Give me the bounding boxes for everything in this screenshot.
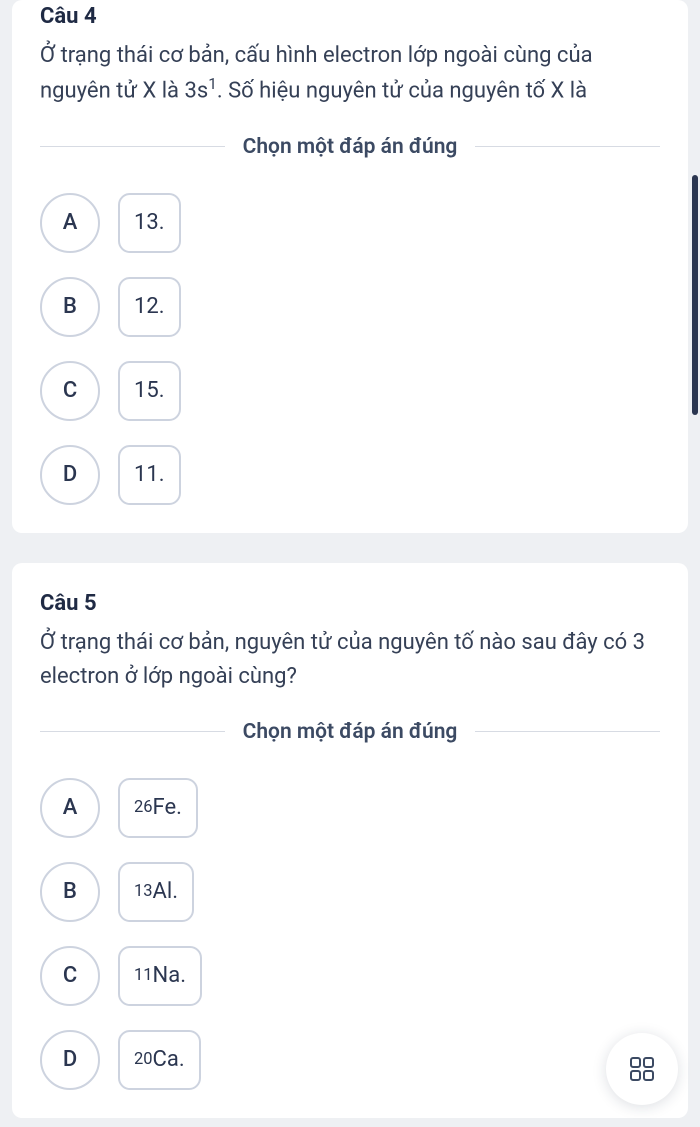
option-letter-button[interactable]: B bbox=[40, 277, 100, 337]
divider-line bbox=[475, 731, 660, 732]
question-title: Câu 5 bbox=[40, 591, 660, 616]
option-letter-button[interactable]: B bbox=[40, 862, 100, 922]
question-card: Câu 5 Ở trạng thái cơ bản, nguyên tử của… bbox=[12, 563, 688, 1118]
scrollbar-thumb[interactable] bbox=[692, 175, 698, 415]
option-letter-button[interactable]: C bbox=[40, 946, 100, 1006]
option-value-button[interactable]: 13Al. bbox=[118, 862, 194, 922]
option-value-button[interactable]: 26Fe. bbox=[118, 778, 198, 838]
option-row: A 13. bbox=[40, 193, 660, 253]
question-title: Câu 4 bbox=[40, 4, 660, 29]
option-letter-button[interactable]: D bbox=[40, 445, 100, 505]
option-value-button[interactable]: 11. bbox=[118, 445, 181, 505]
grid-menu-button[interactable] bbox=[606, 1033, 678, 1105]
option-row: D 20Ca. bbox=[40, 1030, 660, 1090]
instruction-text: Chọn một đáp án đúng bbox=[243, 720, 458, 744]
option-letter-button[interactable]: A bbox=[40, 778, 100, 838]
option-row: D 11. bbox=[40, 445, 660, 505]
option-value-button[interactable]: 13. bbox=[118, 193, 181, 253]
option-row: B 13Al. bbox=[40, 862, 660, 922]
option-letter-button[interactable]: C bbox=[40, 361, 100, 421]
option-letter-button[interactable]: A bbox=[40, 193, 100, 253]
option-value-button[interactable]: 12. bbox=[118, 277, 181, 337]
divider-line bbox=[40, 146, 225, 147]
grid-icon bbox=[628, 1055, 656, 1083]
instruction-divider: Chọn một đáp án đúng bbox=[40, 720, 660, 744]
options-list: A 26Fe. B 13Al. C 11Na. D 20Ca. bbox=[40, 778, 660, 1090]
divider-line bbox=[475, 146, 660, 147]
option-letter-button[interactable]: D bbox=[40, 1030, 100, 1090]
option-row: C 11Na. bbox=[40, 946, 660, 1006]
instruction-divider: Chọn một đáp án đúng bbox=[40, 135, 660, 159]
question-body: Ở trạng thái cơ bản, nguyên tử của nguyê… bbox=[40, 626, 660, 694]
instruction-text: Chọn một đáp án đúng bbox=[243, 135, 458, 159]
question-card: Câu 4 Ở trạng thái cơ bản, cấu hình elec… bbox=[12, 0, 688, 533]
option-value-button[interactable]: 15. bbox=[118, 361, 181, 421]
option-row: B 12. bbox=[40, 277, 660, 337]
option-row: A 26Fe. bbox=[40, 778, 660, 838]
divider-line bbox=[40, 731, 225, 732]
option-value-button[interactable]: 20Ca. bbox=[118, 1030, 201, 1090]
option-row: C 15. bbox=[40, 361, 660, 421]
quiz-page: Câu 4 Ở trạng thái cơ bản, cấu hình elec… bbox=[0, 0, 700, 1127]
question-body: Ở trạng thái cơ bản, cấu hình electron l… bbox=[40, 39, 660, 109]
option-value-button[interactable]: 11Na. bbox=[118, 946, 202, 1006]
options-list: A 13. B 12. C 15. D 11. bbox=[40, 193, 660, 505]
